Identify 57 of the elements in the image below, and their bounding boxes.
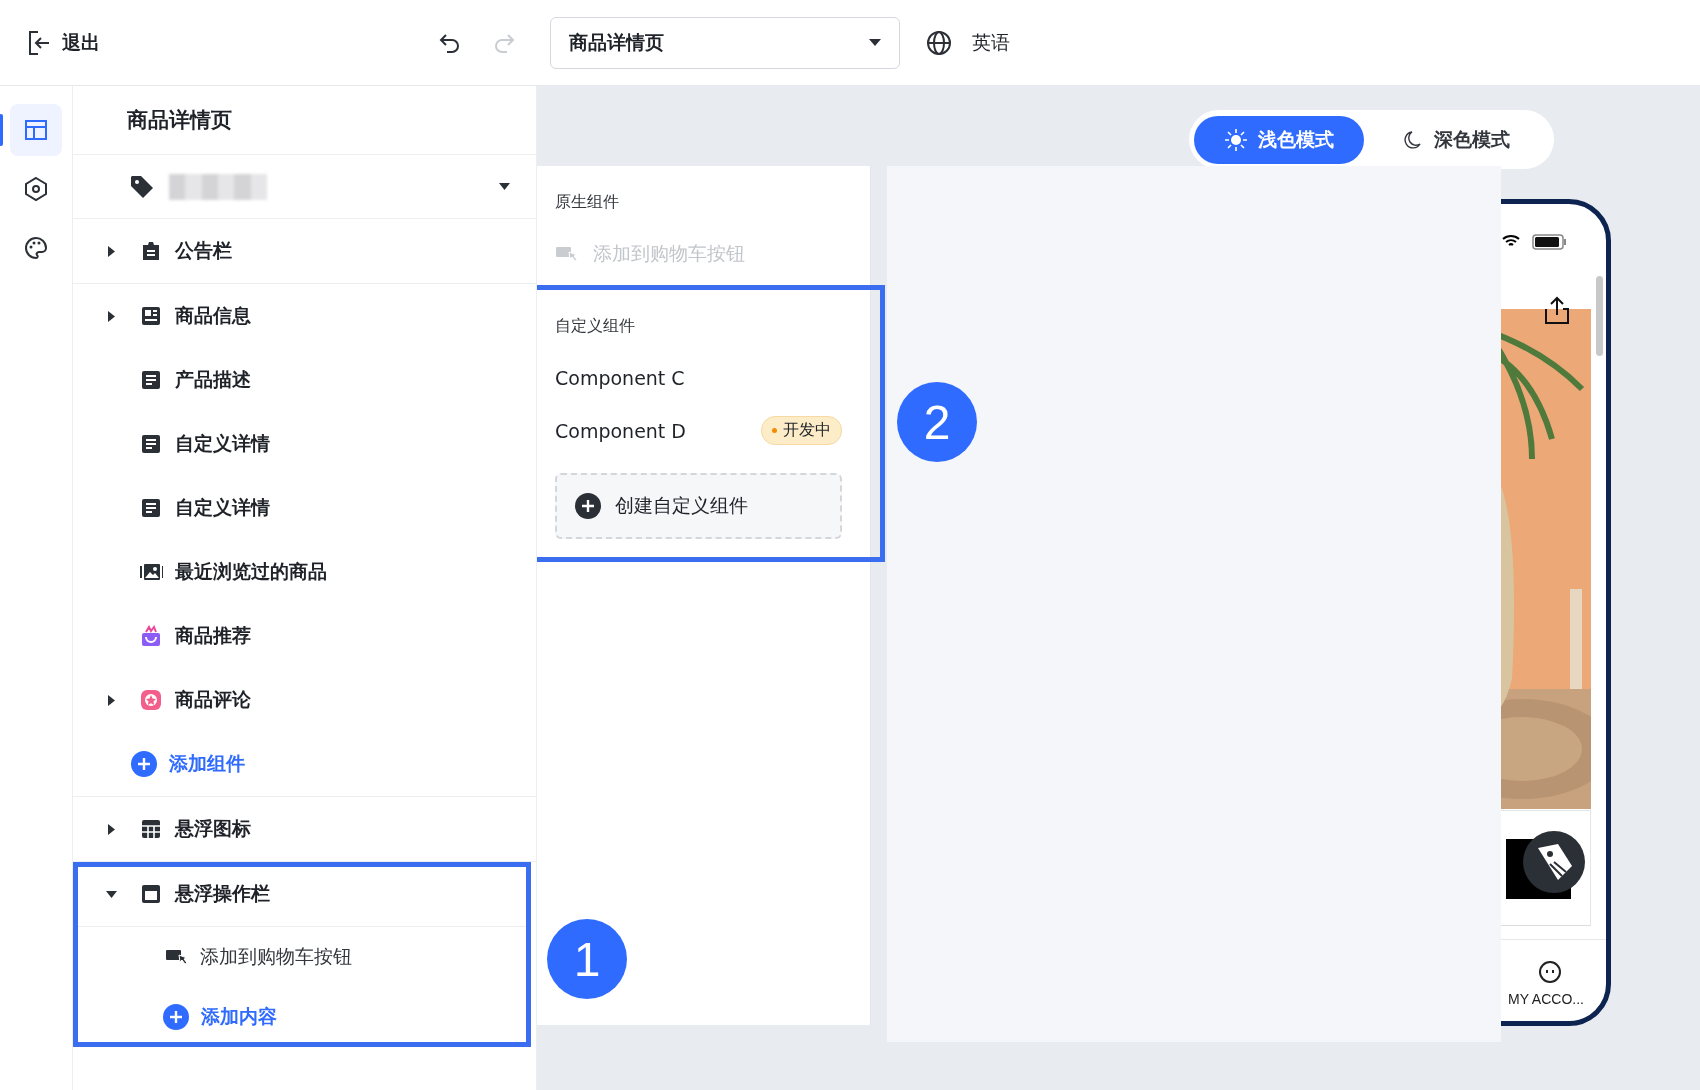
tree-item[interactable]: 悬浮图标 xyxy=(175,816,251,842)
document-icon xyxy=(140,432,163,456)
tree-item[interactable]: 最近浏览过的商品 xyxy=(175,559,327,585)
exit-button[interactable]: 退出 xyxy=(24,25,104,60)
menu-item[interactable]: Component D xyxy=(555,419,686,442)
tree-item[interactable]: 产品描述 xyxy=(175,367,251,393)
tree-item[interactable]: 公告栏 xyxy=(175,238,232,264)
tree-item[interactable]: 商品评论 xyxy=(175,687,251,713)
add-link[interactable]: 添加内容 xyxy=(201,1004,277,1030)
create-button[interactable]: 创建自定义组件 xyxy=(555,473,842,539)
caret-down-icon xyxy=(499,183,510,190)
exit-icon xyxy=(28,29,50,56)
hexagon-icon xyxy=(23,176,49,202)
wifi-icon xyxy=(1502,234,1520,248)
caret-down-icon xyxy=(869,39,881,46)
group-heading: 自定义组件 xyxy=(555,316,636,337)
nav-label[interactable]: MY ACCO... xyxy=(1508,991,1584,1007)
status-badge: 开发中 xyxy=(761,416,842,445)
theme-option[interactable]: 浅色模式 xyxy=(1194,115,1364,164)
grid-icon xyxy=(140,817,163,841)
caret-down-icon[interactable] xyxy=(105,890,117,898)
layout-icon xyxy=(23,117,49,143)
star-badge-icon xyxy=(140,688,163,712)
tree-item[interactable]: 商品信息 xyxy=(175,303,251,329)
card-icon xyxy=(140,304,163,328)
toolbar-icon xyxy=(140,882,163,906)
tree-item[interactable]: 自定义详情 xyxy=(175,431,270,457)
caret-right-icon[interactable] xyxy=(107,823,115,835)
tree-item[interactable]: 添加到购物车按钮 xyxy=(200,944,352,970)
language-label[interactable]: 英语 xyxy=(972,29,1010,56)
group-heading: 原生组件 xyxy=(555,192,620,213)
menu-item[interactable]: Component C xyxy=(555,366,685,389)
gift-bag-icon xyxy=(140,624,163,648)
page-select[interactable]: 商品详情页 xyxy=(550,16,900,69)
sun-icon xyxy=(1224,127,1248,152)
share-icon xyxy=(1542,296,1572,326)
scrollbar[interactable] xyxy=(1596,276,1603,356)
panel-title: 商品详情页 xyxy=(73,86,536,155)
tag-logo-icon[interactable] xyxy=(1522,830,1586,894)
caret-right-icon[interactable] xyxy=(107,694,115,706)
tree-item[interactable]: 悬浮操作栏 xyxy=(175,881,270,907)
globe-icon[interactable] xyxy=(926,29,952,56)
plus-icon xyxy=(163,1004,189,1030)
plus-icon xyxy=(131,751,157,777)
theme-option[interactable]: 深色模式 xyxy=(1374,115,1540,164)
document-icon xyxy=(140,496,163,520)
caret-right-icon[interactable] xyxy=(107,245,115,257)
palette-icon xyxy=(23,235,49,261)
battery-icon xyxy=(1532,234,1568,250)
add-link[interactable]: 添加组件 xyxy=(169,751,245,777)
tree-item[interactable]: 商品推荐 xyxy=(175,623,251,649)
tag-icon xyxy=(129,173,155,200)
face-circle-icon[interactable] xyxy=(1538,960,1562,984)
caret-right-icon[interactable] xyxy=(107,310,115,322)
document-icon xyxy=(140,368,163,392)
plus-icon xyxy=(575,493,601,519)
tree-item[interactable]: 自定义详情 xyxy=(175,495,270,521)
